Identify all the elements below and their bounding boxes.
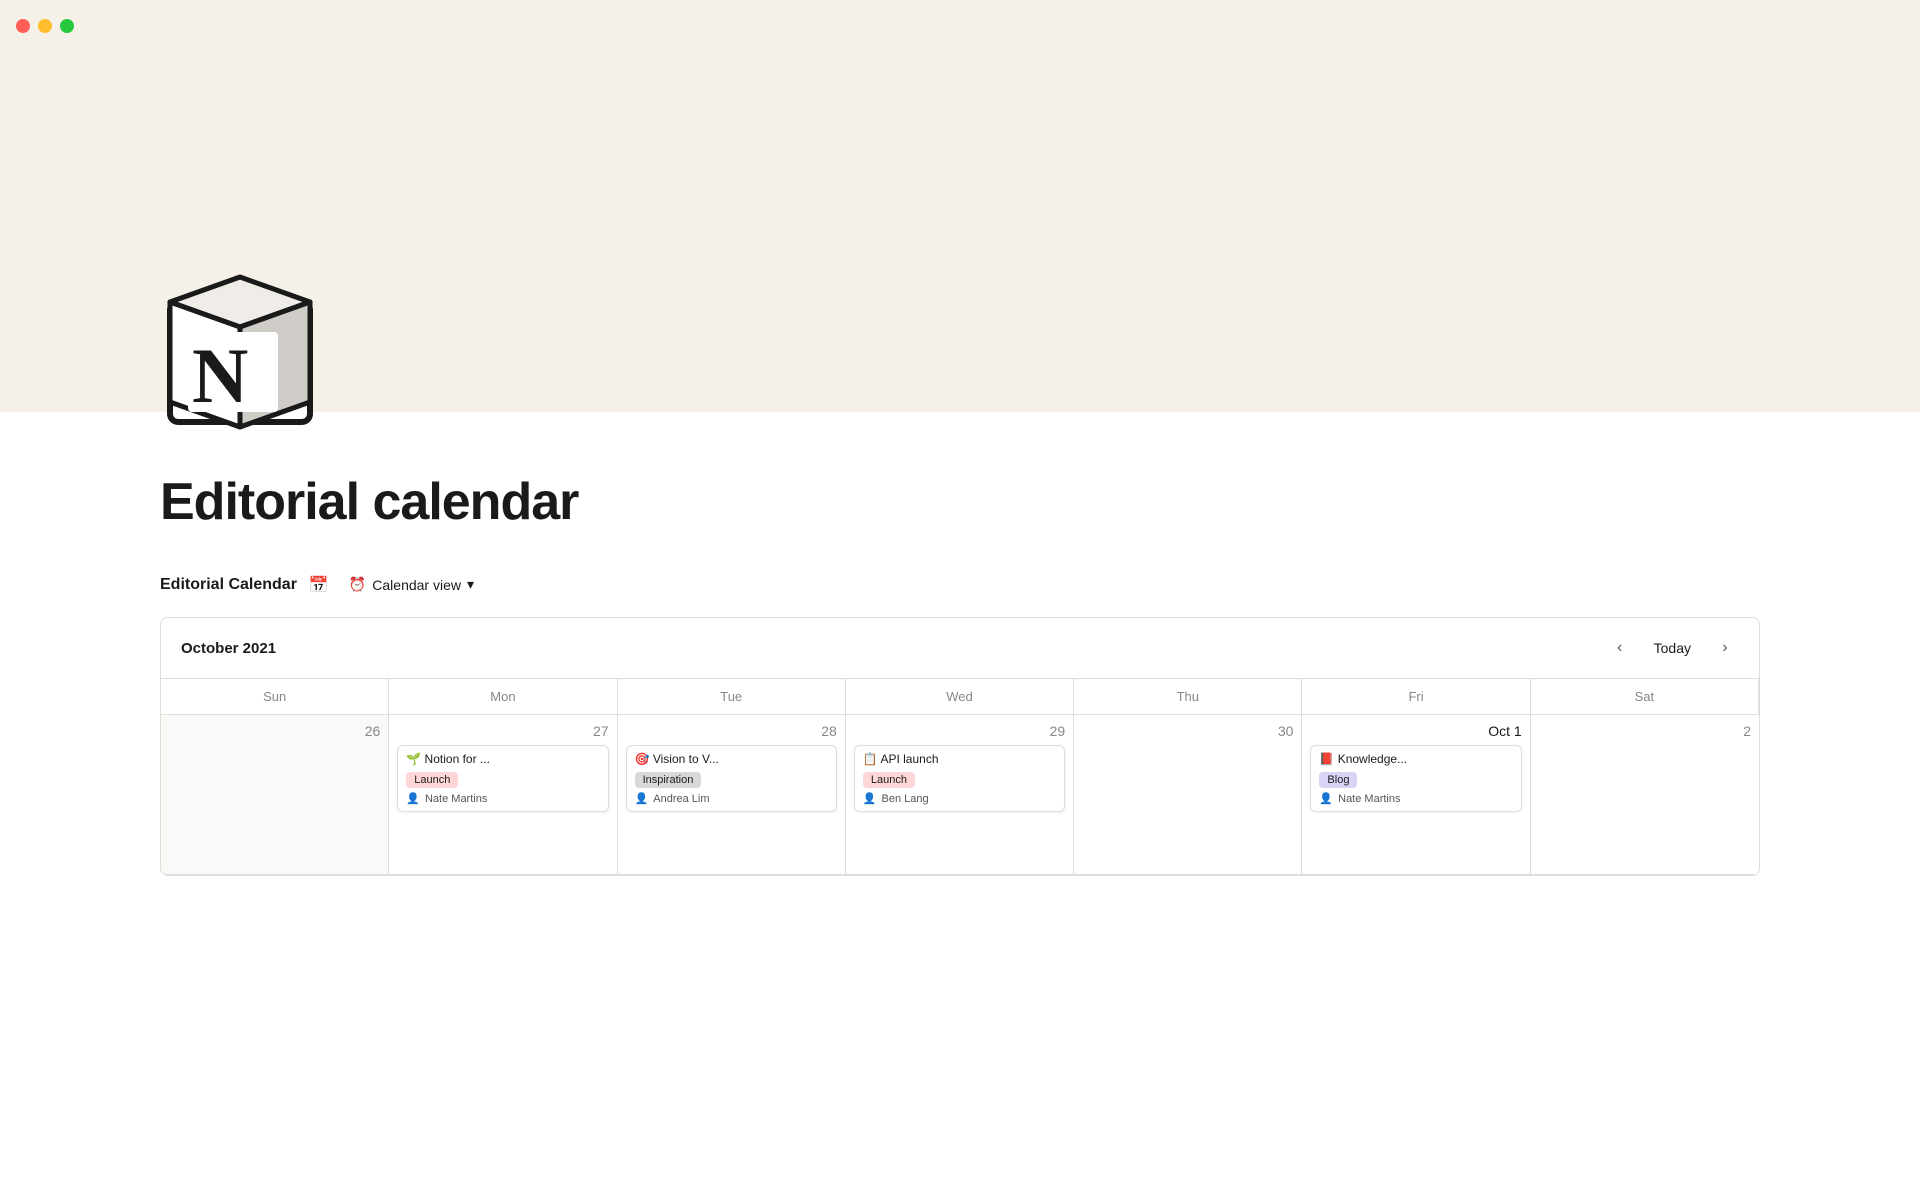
today-number-badge: 28 [821,723,837,739]
today-button[interactable]: Today [1642,636,1703,660]
calendar-cell-sep29: 29 📋 API launch Launch 👤 Ben Lang [846,715,1074,875]
event-title-knowledge: 📕 Knowledge... [1319,752,1512,766]
next-month-button[interactable]: › [1711,634,1739,662]
day-header-sat: Sat [1531,679,1759,715]
calendar-cell-sep30: 30 [1074,715,1302,875]
event-tag-launch: Launch [406,772,458,788]
event-title-notion-launch: 🌱 Notion for ... [406,752,599,766]
month-label: October 2021 [181,640,276,657]
day-number-sep26: 26 [169,723,380,739]
maximize-button[interactable] [60,19,74,33]
calendar-nav: October 2021 ‹ Today › [161,618,1759,679]
day-number-sep28: 28 [626,723,837,739]
author-avatar-ben: 👤 [863,792,877,805]
event-card-vision[interactable]: 🎯 Vision to V... Inspiration 👤 Andrea Li… [626,745,837,812]
event-author-ben: 👤 Ben Lang [863,792,1056,805]
author-name-andrea: Andrea Lim [653,793,709,805]
author-avatar-nate: 👤 [406,792,420,805]
cover-image: N N [0,52,1920,412]
day-number-sep29: 29 [854,723,1065,739]
calendar-grid: Sun Mon Tue Wed Thu Fri Sat 26 27 🌱 Noti… [161,679,1759,875]
close-button[interactable] [16,19,30,33]
minimize-button[interactable] [38,19,52,33]
day-number-oct1: Oct 1 [1310,723,1521,739]
day-header-wed: Wed [846,679,1074,715]
day-number-oct2: 2 [1539,723,1751,739]
calendar-cell-sep28: 28 🎯 Vision to V... Inspiration 👤 Andrea… [618,715,846,875]
event-card-knowledge[interactable]: 📕 Knowledge... Blog 👤 Nate Martins [1310,745,1521,812]
event-card-notion-launch[interactable]: 🌱 Notion for ... Launch 👤 Nate Martins [397,745,608,812]
event-author-nate2: 👤 Nate Martins [1319,792,1512,805]
db-title: Editorial Calendar [160,576,297,594]
calendar-container: October 2021 ‹ Today › Sun Mon Tue Wed T… [160,617,1760,876]
nav-controls: ‹ Today › [1606,634,1739,662]
event-author-andrea: 👤 Andrea Lim [635,792,828,805]
titlebar [0,0,1920,52]
page-content: Editorial calendar Editorial Calendar 📅 … [0,412,1920,916]
author-avatar-nate2: 👤 [1319,792,1333,805]
prev-month-button[interactable]: ‹ [1606,634,1634,662]
db-header: Editorial Calendar 📅 ⏰ Calendar view ▾ [160,572,1760,597]
event-tag-blog: Blog [1319,772,1357,788]
chevron-down-icon: ▾ [467,576,474,593]
view-label: Calendar view [372,577,461,593]
day-header-fri: Fri [1302,679,1530,715]
calendar-cell-sep26: 26 [161,715,389,875]
day-number-sep27: 27 [397,723,608,739]
event-card-api[interactable]: 📋 API launch Launch 👤 Ben Lang [854,745,1065,812]
author-name-nate2: Nate Martins [1338,793,1400,805]
event-title-vision: 🎯 Vision to V... [635,752,828,766]
day-header-mon: Mon [389,679,617,715]
page-title: Editorial calendar [160,472,1760,532]
day-header-sun: Sun [161,679,389,715]
event-tag-api-launch: Launch [863,772,915,788]
event-tag-inspiration: Inspiration [635,772,702,788]
event-author-nate: 👤 Nate Martins [406,792,599,805]
event-title-api: 📋 API launch [863,752,1056,766]
author-name-ben: Ben Lang [882,793,929,805]
view-emoji-icon: ⏰ [349,576,366,593]
notion-logo-icon: N N [160,272,320,432]
day-header-tue: Tue [618,679,846,715]
calendar-cell-sep27: 27 🌱 Notion for ... Launch 👤 Nate Martin… [389,715,617,875]
author-avatar-andrea: 👤 [635,792,649,805]
day-number-sep30: 30 [1082,723,1293,739]
calendar-cell-oct1: Oct 1 📕 Knowledge... Blog 👤 Nate Martins [1302,715,1530,875]
view-selector-button[interactable]: ⏰ Calendar view ▾ [341,572,482,597]
svg-text:N: N [192,332,248,419]
db-calendar-icon: 📅 [309,575,329,595]
day-header-thu: Thu [1074,679,1302,715]
calendar-cell-oct2: 2 [1531,715,1759,875]
author-name-nate: Nate Martins [425,793,487,805]
